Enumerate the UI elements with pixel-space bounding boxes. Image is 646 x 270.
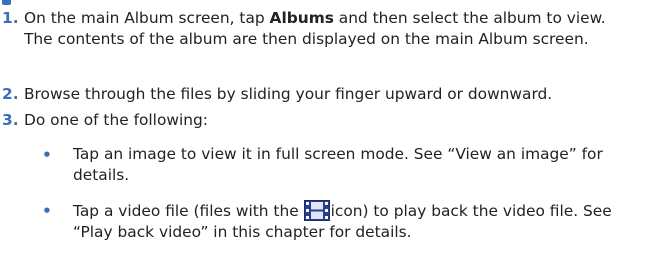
step-1-number: 1. [2, 9, 19, 27]
cut-off-heading-fragment [2, 0, 11, 5]
step-1-text-before: On the main Album screen, tap [24, 9, 270, 27]
bullet-1-text: Tap an image to view it in full screen m… [73, 145, 603, 184]
step-3-text: Do one of the following: [24, 111, 208, 129]
bullet-2-text: Tap a video file (files with the icon) t… [73, 200, 638, 243]
bullet-marker: • [42, 146, 52, 164]
step-3-number: 3. [2, 111, 19, 129]
video-file-film-icon [303, 200, 330, 221]
albums-label: Albums [269, 9, 334, 27]
step-2-number: 2. [2, 85, 19, 103]
step-2-text: Browse through the files by sliding your… [24, 85, 553, 103]
bullet-2-text-before: Tap a video file (files with the [73, 202, 304, 220]
bullet-marker: • [42, 202, 52, 220]
step-1-text: On the main Album screen, tap Albums and… [24, 8, 636, 50]
